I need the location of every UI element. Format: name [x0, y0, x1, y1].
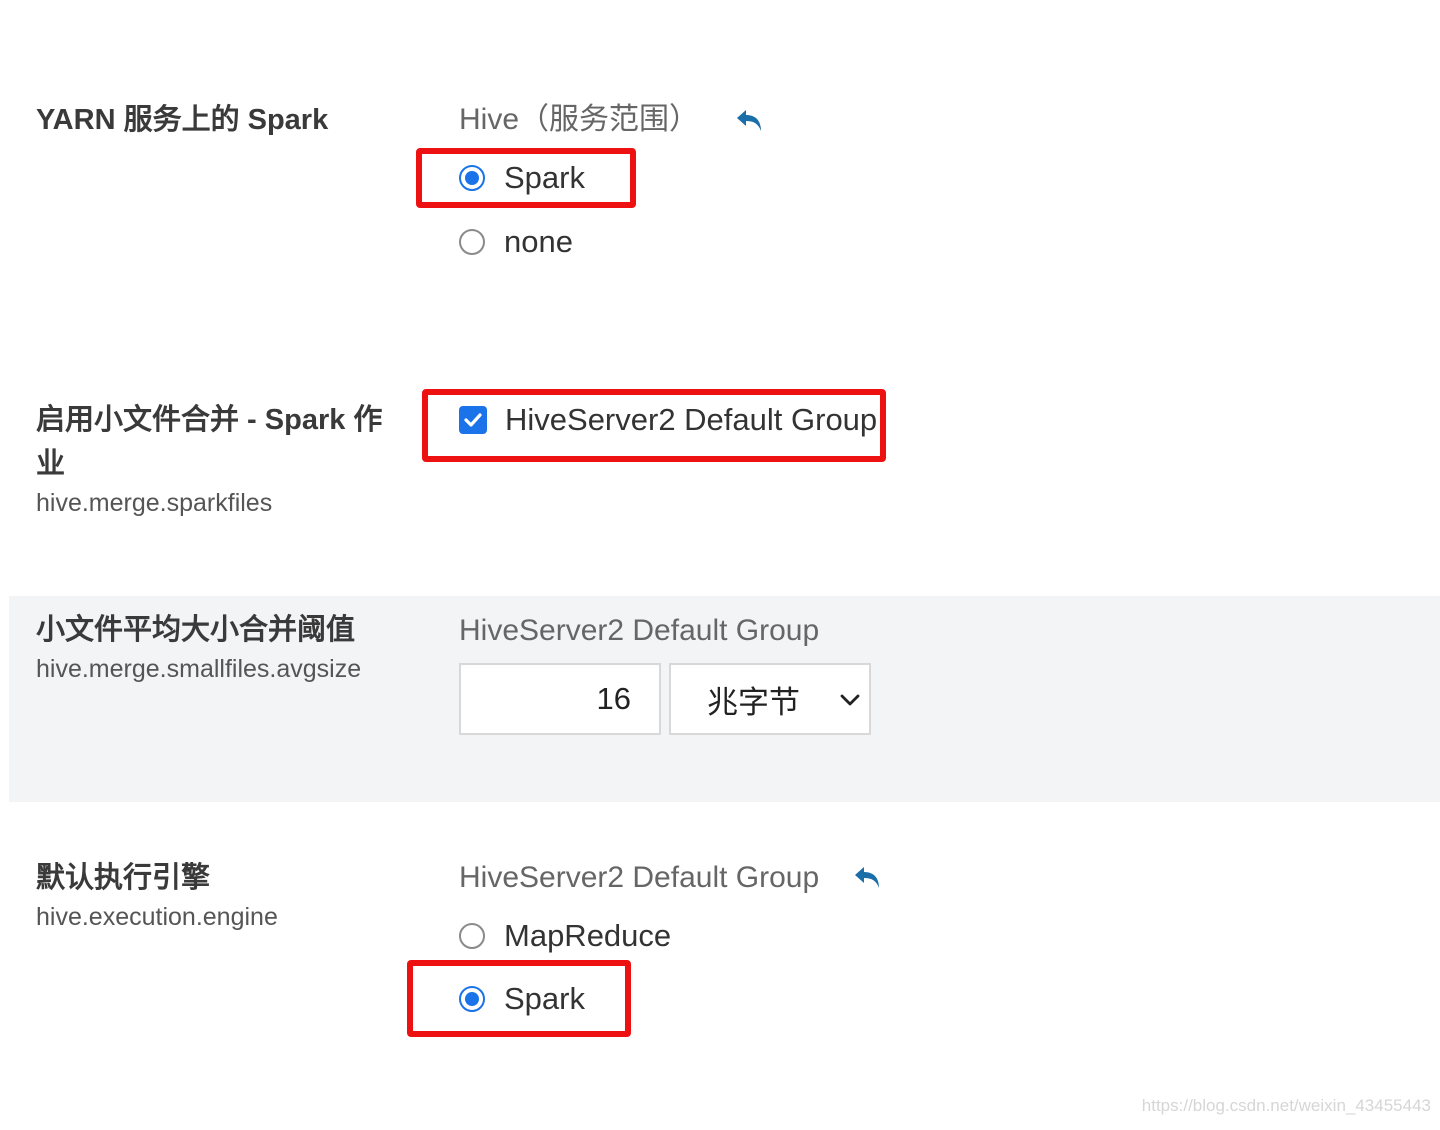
setting-row-execution-engine: 默认执行引擎 hive.execution.engine HiveServer2…: [0, 802, 1440, 1130]
config-page: YARN 服务上的 Spark Hive（服务范围） Spark none 启用…: [0, 0, 1440, 1130]
radio-option-spark[interactable]: Spark: [459, 158, 585, 198]
scope-label: HiveServer2 Default Group: [459, 614, 820, 647]
setting-title-line-2: 业: [36, 448, 66, 480]
setting-title: 启用小文件合并 - Spark 作 业: [36, 398, 416, 486]
option-label: MapReduce: [504, 918, 672, 953]
radio-option-mapreduce[interactable]: MapReduce: [459, 916, 671, 956]
option-label: none: [504, 224, 573, 259]
option-label: Spark: [504, 981, 585, 1016]
radio-option-spark[interactable]: Spark: [459, 979, 585, 1019]
setting-title: 默认执行引擎: [36, 862, 211, 894]
undo-arrow-icon[interactable]: [735, 108, 765, 134]
chevron-down-icon: [840, 694, 860, 706]
setting-label-block: 启用小文件合并 - Spark 作 业 hive.merge.sparkfile…: [36, 398, 416, 520]
setting-label-block: YARN 服务上的 Spark: [36, 98, 416, 142]
check-icon: [464, 413, 482, 427]
undo-arrow-icon[interactable]: [853, 865, 883, 891]
setting-title: 小文件平均大小合并阈值: [36, 614, 356, 646]
radio-button[interactable]: [459, 165, 485, 191]
unit-selected-value: 兆字节: [707, 684, 800, 720]
setting-row-yarn-spark: YARN 服务上的 Spark Hive（服务范围） Spark none: [0, 0, 1440, 330]
setting-title-line-1: 启用小文件合并 - Spark 作: [36, 404, 383, 436]
radio-option-none[interactable]: none: [459, 222, 573, 262]
scope-label: HiveServer2 Default Group: [459, 861, 820, 894]
setting-title: YARN 服务上的 Spark: [36, 104, 329, 136]
setting-label-block: 默认执行引擎 hive.execution.engine: [36, 856, 416, 934]
checkbox-option-hiveserver2-default-group[interactable]: HiveServer2 Default Group: [459, 400, 877, 440]
checkbox[interactable]: [459, 406, 487, 434]
option-label: Spark: [504, 160, 585, 195]
setting-row-merge-sparkfiles: 启用小文件合并 - Spark 作 业 hive.merge.sparkfile…: [0, 330, 1440, 596]
setting-key: hive.merge.sparkfiles: [36, 489, 273, 517]
scope-label: Hive（服务范围）: [459, 103, 700, 136]
radio-button[interactable]: [459, 923, 485, 949]
radio-button[interactable]: [459, 986, 485, 1012]
avgsize-value-input[interactable]: [459, 663, 661, 735]
avgsize-unit-select[interactable]: 兆字节: [669, 663, 871, 735]
option-label: HiveServer2 Default Group: [505, 402, 878, 437]
radio-button[interactable]: [459, 229, 485, 255]
setting-label-block: 小文件平均大小合并阈值 hive.merge.smallfiles.avgsiz…: [36, 608, 416, 686]
watermark-text: https://blog.csdn.net/weixin_43455443: [1141, 1096, 1431, 1115]
setting-key: hive.execution.engine: [36, 903, 278, 931]
setting-key: hive.merge.smallfiles.avgsize: [36, 655, 362, 683]
